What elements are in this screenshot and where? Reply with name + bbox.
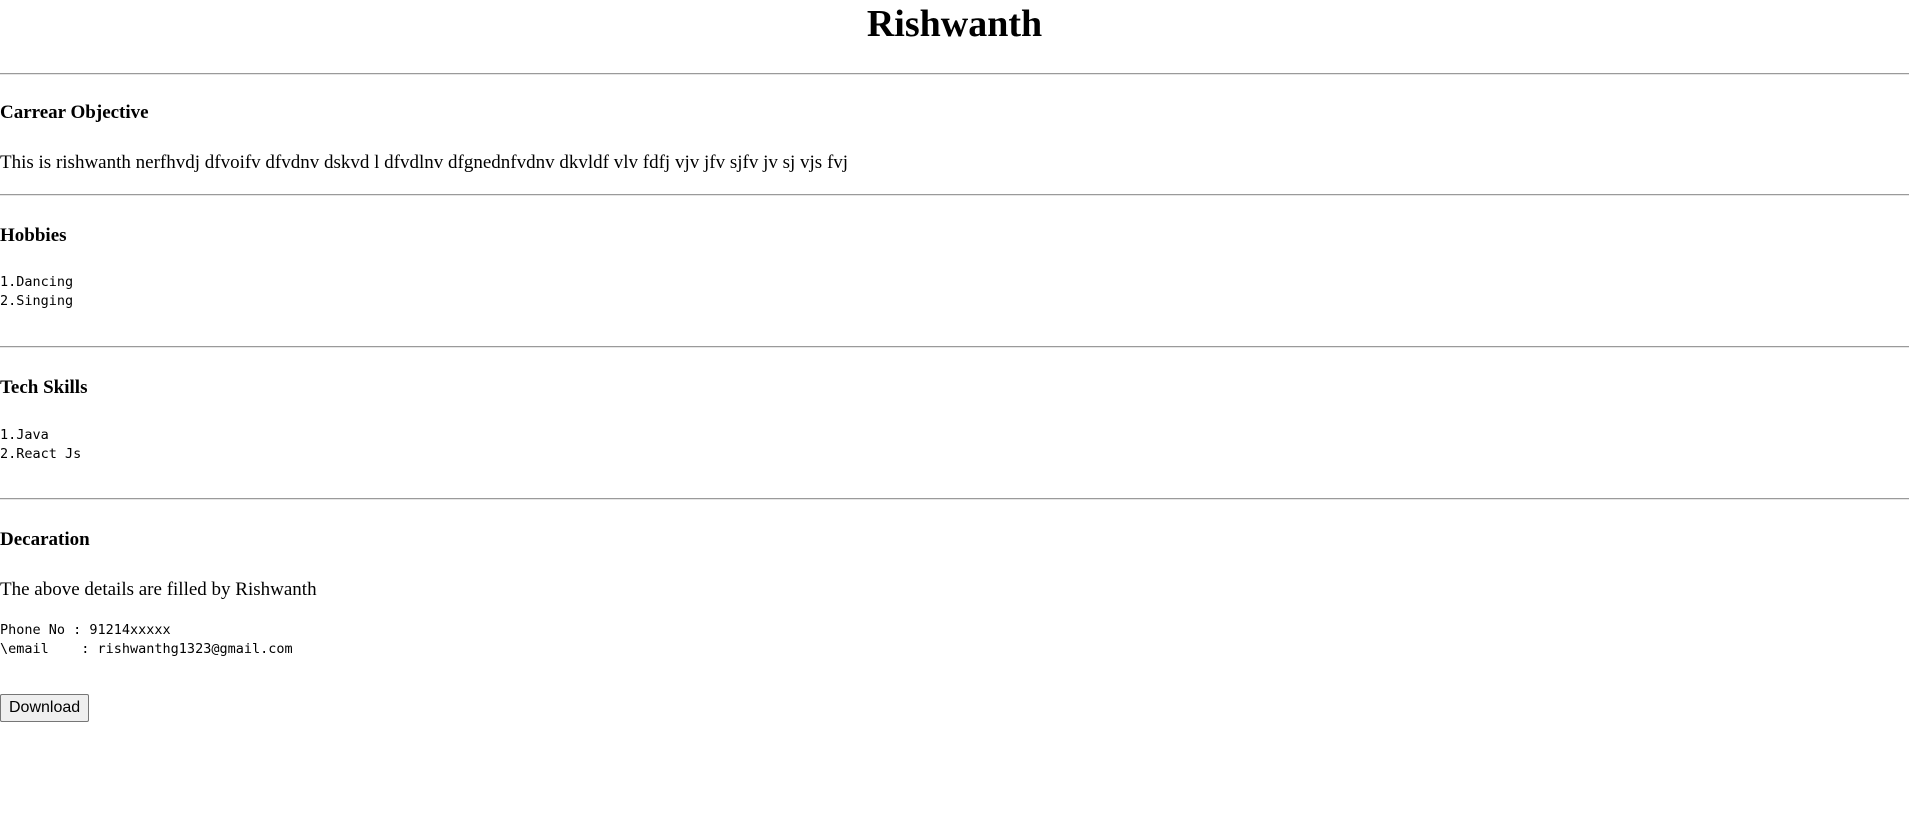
section-divider — [0, 194, 1909, 196]
section-divider — [0, 346, 1909, 348]
email-address: \email : rishwanthg1323@gmail.com — [0, 641, 293, 657]
download-button[interactable]: Download — [0, 694, 90, 722]
list-item: 1.Dancing — [0, 274, 74, 290]
list-item: 2.React Js — [0, 446, 82, 462]
declaration-text: The above details are filled by Rishwant… — [0, 579, 317, 600]
hobbies-heading: Hobbies — [0, 225, 67, 246]
objective-heading: Carrear Objective — [0, 102, 149, 123]
list-item: 1.Java — [0, 427, 49, 443]
resume-page: Rishwanth Carrear Objective This is rish… — [0, 0, 1909, 824]
list-item: 2.Singing — [0, 293, 74, 309]
declaration-heading: Decaration — [0, 529, 90, 550]
objective-text: This is rishwanth nerfhvdj dfvoifv dfvdn… — [0, 152, 849, 173]
section-divider — [0, 498, 1909, 500]
phone-number: Phone No : 91214xxxxx — [0, 622, 171, 638]
section-divider — [0, 73, 1909, 75]
contact-details: Phone No : 91214xxxxx \email : rishwanthg… — [0, 621, 293, 659]
page-title: Rishwanth — [866, 3, 1043, 45]
hobbies-list: 1.Dancing 2.Singing — [0, 273, 73, 311]
tech-skills-heading: Tech Skills — [0, 377, 88, 398]
tech-skills-list: 1.Java 2.React Js — [0, 426, 81, 464]
